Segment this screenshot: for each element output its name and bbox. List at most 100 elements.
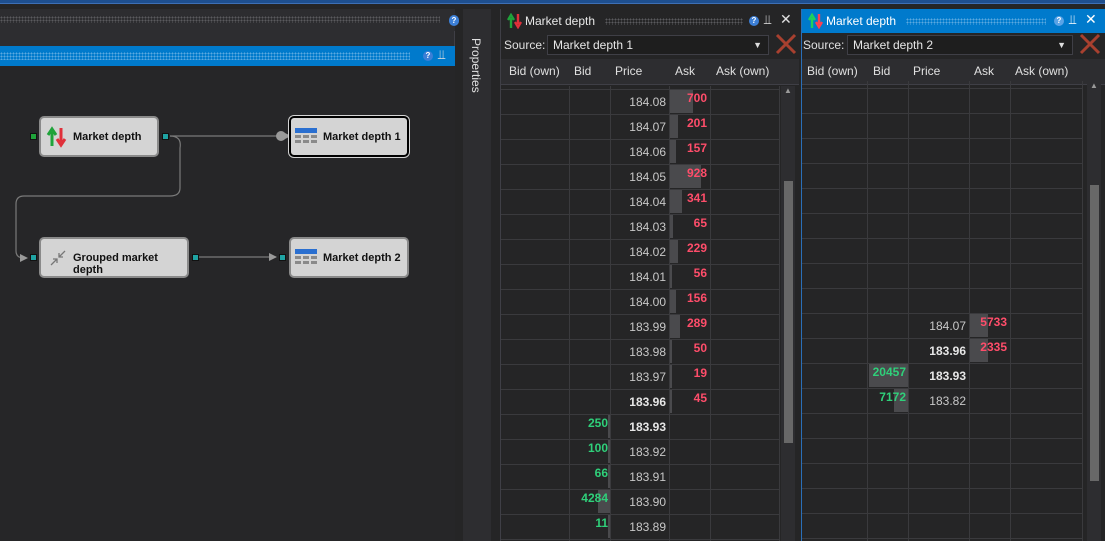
panel-1-scrollbar[interactable]: ▲	[781, 86, 795, 541]
bid-volume-bar	[608, 440, 610, 463]
drag-grip[interactable]	[0, 16, 440, 23]
col-price[interactable]: Price	[615, 64, 642, 78]
grid-row-divider	[802, 238, 1082, 239]
panel-1-help-icon[interactable]: ?	[749, 16, 759, 26]
node-output-port[interactable]	[162, 133, 169, 140]
tab-drag-grip[interactable]	[0, 52, 410, 60]
panel-2-scroll-thumb[interactable]	[1090, 185, 1099, 481]
grid-row-divider	[802, 538, 1082, 539]
ask-cell: 700	[686, 91, 707, 105]
bid-cell: 11	[595, 516, 608, 530]
panel-1-grid[interactable]: 184.08 700 184.07 201 184.06 157 184.05 928 184.…	[501, 86, 799, 541]
node-input-port[interactable]	[30, 254, 37, 261]
chevron-down-icon: ▼	[753, 40, 762, 50]
node-input-port[interactable]	[30, 133, 37, 140]
market-depth-icon	[507, 13, 523, 29]
depth-row[interactable]: 183.92 100	[501, 439, 779, 464]
depth-row[interactable]: 184.02 229	[501, 239, 779, 264]
grid-row-divider	[802, 288, 1082, 289]
depth-row[interactable]: 183.97 19	[501, 364, 779, 389]
node-market-depth[interactable]: Market depth	[39, 116, 159, 157]
price-cell: 183.92	[629, 445, 666, 459]
designer-tab-bar[interactable]: ? ⫫	[0, 46, 455, 66]
panel-1-pin-icon[interactable]: ⫫	[764, 12, 771, 28]
depth-row[interactable]: 183.82 7172	[802, 388, 1082, 413]
market-depth-icon	[808, 13, 824, 29]
depth-row[interactable]: 183.89 11	[501, 514, 779, 539]
col-bid-own[interactable]: Bid (own)	[807, 64, 858, 78]
remove-source-icon[interactable]	[775, 33, 797, 55]
ask-cell: 50	[693, 341, 707, 355]
panel-2-help-icon[interactable]: ?	[1054, 16, 1064, 26]
depth-row[interactable]: 183.96 45	[501, 389, 779, 414]
tab-help-icon[interactable]: ?	[423, 51, 433, 61]
node-grouped-market-depth[interactable]: Grouped market depth	[39, 237, 189, 278]
depth-row[interactable]: 184.04 341	[501, 189, 779, 214]
price-cell: 183.82	[929, 394, 966, 408]
bid-cell: 66	[594, 466, 608, 480]
depth-row[interactable]: 183.93 250	[501, 414, 779, 439]
col-ask[interactable]: Ask	[974, 64, 994, 78]
designer-header[interactable]: ? 🖈	[0, 9, 475, 31]
grid-row-divider	[802, 138, 1082, 139]
col-price[interactable]: Price	[913, 64, 940, 78]
depth-row[interactable]: 183.90 4284	[501, 489, 779, 514]
depth-row[interactable]: 184.03 65	[501, 214, 779, 239]
panel-2-drag-grip[interactable]	[906, 18, 1046, 25]
ask-cell: 45	[693, 391, 707, 405]
price-cell: 183.93	[629, 420, 666, 434]
bid-cell: 250	[587, 416, 608, 430]
panel-1-drag-grip[interactable]	[605, 18, 743, 25]
scroll-up-icon[interactable]: ▲	[784, 86, 792, 95]
depth-row[interactable]: 184.07 201	[501, 114, 779, 139]
node-output-port[interactable]	[192, 254, 199, 261]
panel-2-titlebar[interactable]: Market depth ? ⫫ ✕	[802, 9, 1105, 33]
bid-volume-bar	[608, 465, 610, 488]
depth-row[interactable]: 184.06 157	[501, 139, 779, 164]
arrow-head	[269, 253, 277, 261]
col-bid[interactable]: Bid	[574, 64, 591, 78]
price-cell: 184.05	[629, 170, 666, 184]
source-select[interactable]: Market depth 2 ▼	[847, 35, 1073, 55]
depth-row[interactable]: 183.91 66	[501, 464, 779, 489]
depth-row[interactable]: 184.08 700	[501, 89, 779, 114]
depth-row[interactable]: 184.07 5733	[802, 313, 1082, 338]
col-ask-own[interactable]: Ask (own)	[1015, 64, 1068, 78]
remove-source-icon[interactable]	[1079, 33, 1101, 55]
panel-2-title: Market depth	[826, 14, 897, 28]
node-market-depth-1[interactable]: Market depth 1	[289, 116, 409, 157]
properties-tab[interactable]: Properties	[469, 38, 483, 93]
panel-1-scroll-thumb[interactable]	[784, 181, 793, 443]
depth-row[interactable]: 184.00 156	[501, 289, 779, 314]
ask-cell: 289	[686, 316, 707, 330]
arrow-head	[20, 254, 28, 262]
source-select-value: Market depth 2	[853, 38, 934, 52]
depth-row[interactable]: 184.05 928	[501, 164, 779, 189]
col-bid-own[interactable]: Bid (own)	[509, 64, 560, 78]
node-input-port[interactable]	[279, 254, 286, 261]
panel-2-close-icon[interactable]: ✕	[1085, 11, 1097, 28]
ask-cell: 229	[686, 241, 707, 255]
col-ask[interactable]: Ask	[675, 64, 695, 78]
panel-2-pin-icon[interactable]: ⫫	[1069, 12, 1076, 28]
panel-2-grid[interactable]: 184.07 5733 183.96 2335 183.93 20457 183.82 717…	[802, 81, 1105, 541]
col-ask-own[interactable]: Ask (own)	[716, 64, 769, 78]
depth-row[interactable]: 183.93 20457	[802, 363, 1082, 388]
price-cell: 184.03	[629, 220, 666, 234]
designer-help-icon[interactable]: ?	[449, 16, 459, 26]
tab-pin-icon[interactable]: ⫫	[438, 47, 445, 63]
node-market-depth-2[interactable]: Market depth 2	[289, 237, 409, 278]
panel-2-scrollbar[interactable]: ▲	[1087, 81, 1101, 541]
depth-row[interactable]: 184.01 56	[501, 264, 779, 289]
scroll-up-icon[interactable]: ▲	[1090, 81, 1098, 90]
panel-1-titlebar[interactable]: Market depth ? ⫫ ✕	[501, 9, 798, 33]
connection-dot	[276, 131, 286, 141]
diagram-canvas[interactable]: Market depth Market depth 1 Grouped mark…	[0, 66, 455, 541]
depth-row[interactable]: 183.98 50	[501, 339, 779, 364]
col-bid[interactable]: Bid	[873, 64, 890, 78]
depth-row[interactable]: 183.99 289	[501, 314, 779, 339]
depth-row[interactable]: 183.96 2335	[802, 338, 1082, 363]
panel-1-close-icon[interactable]: ✕	[780, 11, 792, 28]
source-select[interactable]: Market depth 1 ▼	[547, 35, 769, 55]
market-depth-panel-1: Market depth ? ⫫ ✕ Source: Market depth …	[500, 9, 799, 541]
